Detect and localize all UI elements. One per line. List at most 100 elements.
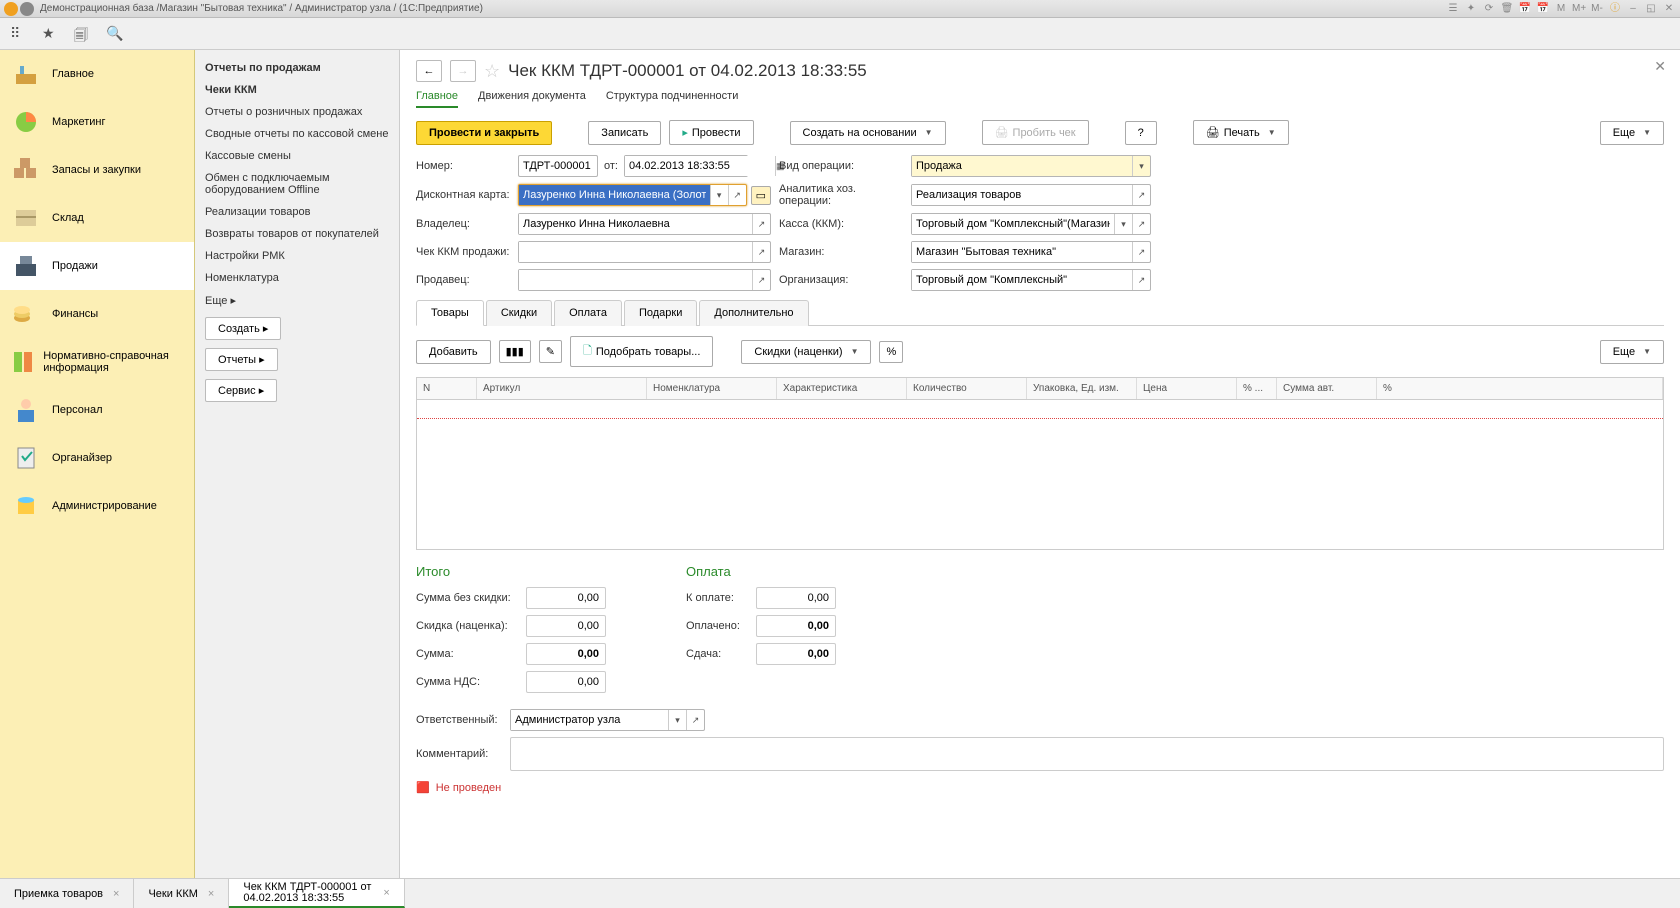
subnav-service-button[interactable]: Сервис ▸ [205, 379, 277, 402]
subnav-more[interactable]: Еще ▸ [205, 294, 389, 307]
tool-icon[interactable]: M [1554, 2, 1568, 16]
nav-stock[interactable]: Запасы и закупки [0, 146, 194, 194]
tab-discounts[interactable]: Скидки [486, 300, 552, 326]
maximize-icon[interactable]: ◱ [1644, 2, 1658, 16]
info-icon[interactable]: ⓘ [1608, 2, 1622, 16]
col-n[interactable]: N [417, 378, 477, 399]
change-value[interactable]: 0,00 [756, 643, 836, 665]
tool-icon[interactable]: M- [1590, 2, 1604, 16]
owner-field[interactable] [519, 214, 752, 234]
help-button[interactable]: ? [1125, 121, 1157, 145]
subnav-item[interactable]: Реализации товаров [205, 206, 389, 218]
subnav-create-button[interactable]: Создать ▸ [205, 317, 281, 340]
open-icon[interactable]: ↗ [752, 242, 770, 262]
barcode-icon[interactable]: ▮▮▮ [499, 340, 531, 363]
dropdown-icon[interactable]: ▾ [1114, 214, 1132, 234]
subnav-item[interactable]: Возвраты товаров от покупателей [205, 228, 389, 240]
col-pct[interactable]: % ... [1237, 378, 1277, 399]
dropdown-icon[interactable] [20, 2, 34, 16]
org-field[interactable] [912, 270, 1132, 290]
tool-icon[interactable]: 📅 [1536, 2, 1550, 16]
subnav-item[interactable]: Кассовые смены [205, 150, 389, 162]
sum-value[interactable]: 0,00 [526, 643, 606, 665]
col-unit[interactable]: Упаковка, Ед. изм. [1027, 378, 1137, 399]
number-field[interactable] [518, 155, 598, 177]
close-icon[interactable]: × [113, 888, 119, 900]
dropdown-icon[interactable]: ▾ [1132, 156, 1150, 176]
tab-structure[interactable]: Структура подчиненности [606, 90, 739, 108]
subnav-item[interactable]: Чеки ККМ [205, 84, 389, 96]
col-article[interactable]: Артикул [477, 378, 647, 399]
subnav-item[interactable]: Номенклатура [205, 272, 389, 284]
tab-extra[interactable]: Дополнительно [699, 300, 808, 326]
create-base-button[interactable]: Создать на основании▼ [790, 121, 946, 145]
open-icon[interactable]: ↗ [752, 270, 770, 290]
op-field[interactable] [912, 156, 1132, 176]
tab-goods[interactable]: Товары [416, 300, 484, 326]
edit-icon[interactable]: ✎ [539, 340, 562, 363]
add-button[interactable]: Добавить [416, 340, 491, 364]
open-icon[interactable]: ↗ [1132, 185, 1150, 205]
tab-gifts[interactable]: Подарки [624, 300, 697, 326]
open-icon[interactable]: ↗ [1132, 242, 1150, 262]
subnav-reports-button[interactable]: Отчеты ▸ [205, 348, 278, 371]
subnav-item[interactable]: Настройки РМК [205, 250, 389, 262]
apps-icon[interactable]: ⠿ [10, 25, 28, 43]
tab-main[interactable]: Главное [416, 90, 458, 108]
disc-value[interactable]: 0,00 [526, 615, 606, 637]
tab-payment[interactable]: Оплата [554, 300, 622, 326]
discount-field[interactable] [519, 185, 710, 205]
nav-finance[interactable]: Финансы [0, 290, 194, 338]
close-icon[interactable]: × [383, 887, 389, 899]
nav-sales[interactable]: Продажи [0, 242, 194, 290]
subnav-item[interactable]: Сводные отчеты по кассовой смене [205, 128, 389, 140]
save-button[interactable]: Записать [588, 121, 661, 145]
minimize-icon[interactable]: – [1626, 2, 1640, 16]
paid-value[interactable]: 0,00 [756, 615, 836, 637]
print-button[interactable]: 🖨Печать▼ [1193, 120, 1289, 145]
more-button[interactable]: Еще▼ [1600, 121, 1664, 145]
resp-field[interactable] [511, 710, 668, 730]
nav-main[interactable]: Главное [0, 50, 194, 98]
nav-organizer[interactable]: Органайзер [0, 434, 194, 482]
col-nomenclature[interactable]: Номенклатура [647, 378, 777, 399]
back-button[interactable]: ← [416, 60, 442, 82]
nav-admin[interactable]: Администрирование [0, 482, 194, 530]
nav-marketing[interactable]: Маркетинг [0, 98, 194, 146]
tool-icon[interactable]: 📅 [1518, 2, 1532, 16]
comment-field[interactable] [510, 737, 1664, 771]
dropdown-icon[interactable]: ▾ [668, 710, 686, 730]
nav-personnel[interactable]: Персонал [0, 386, 194, 434]
col-pct2[interactable]: % [1377, 378, 1663, 399]
search-icon[interactable]: 🔍 [106, 25, 124, 43]
tab-movements[interactable]: Движения документа [478, 90, 586, 108]
grid-body[interactable] [416, 400, 1664, 550]
vat-value[interactable]: 0,00 [526, 671, 606, 693]
pick-goods-button[interactable]: 🗋Подобрать товары... [570, 336, 713, 367]
forward-button[interactable]: → [450, 60, 476, 82]
open-icon[interactable]: ↗ [752, 214, 770, 234]
post-button[interactable]: ▸Провести [669, 120, 753, 145]
col-characteristic[interactable]: Характеристика [777, 378, 907, 399]
tool-icon[interactable]: ⟳ [1482, 2, 1496, 16]
open-icon[interactable]: ↗ [1132, 270, 1150, 290]
bottom-tab[interactable]: Чек ККМ ТДРТ-000001 от 04.02.2013 18:33:… [229, 879, 404, 908]
favorite-icon[interactable]: ☆ [484, 61, 500, 82]
percent-icon[interactable]: % [879, 341, 903, 363]
post-close-button[interactable]: Провести и закрыть [416, 121, 552, 145]
subnav-item[interactable]: Обмен с подключаемым оборудованием Offli… [205, 172, 389, 196]
kassa-field[interactable] [912, 214, 1114, 234]
close-icon[interactable]: × [208, 888, 214, 900]
star-icon[interactable]: ★ [42, 25, 60, 43]
nav-reference[interactable]: Нормативно-справочная информация [0, 338, 194, 386]
clipboard-icon[interactable]: 🗐 [74, 25, 92, 43]
bottom-tab[interactable]: Приемка товаров× [0, 879, 134, 908]
tool-icon[interactable]: ✦ [1464, 2, 1478, 16]
subnav-item[interactable]: Отчеты о розничных продажах [205, 106, 389, 118]
card-icon[interactable]: ▭ [751, 186, 771, 205]
tool-icon[interactable]: M+ [1572, 2, 1586, 16]
punch-button[interactable]: 🖨Пробить чек [982, 120, 1089, 145]
col-sumauto[interactable]: Сумма авт. [1277, 378, 1377, 399]
close-icon[interactable]: ✕ [1654, 58, 1666, 75]
seller-field[interactable] [519, 270, 752, 290]
